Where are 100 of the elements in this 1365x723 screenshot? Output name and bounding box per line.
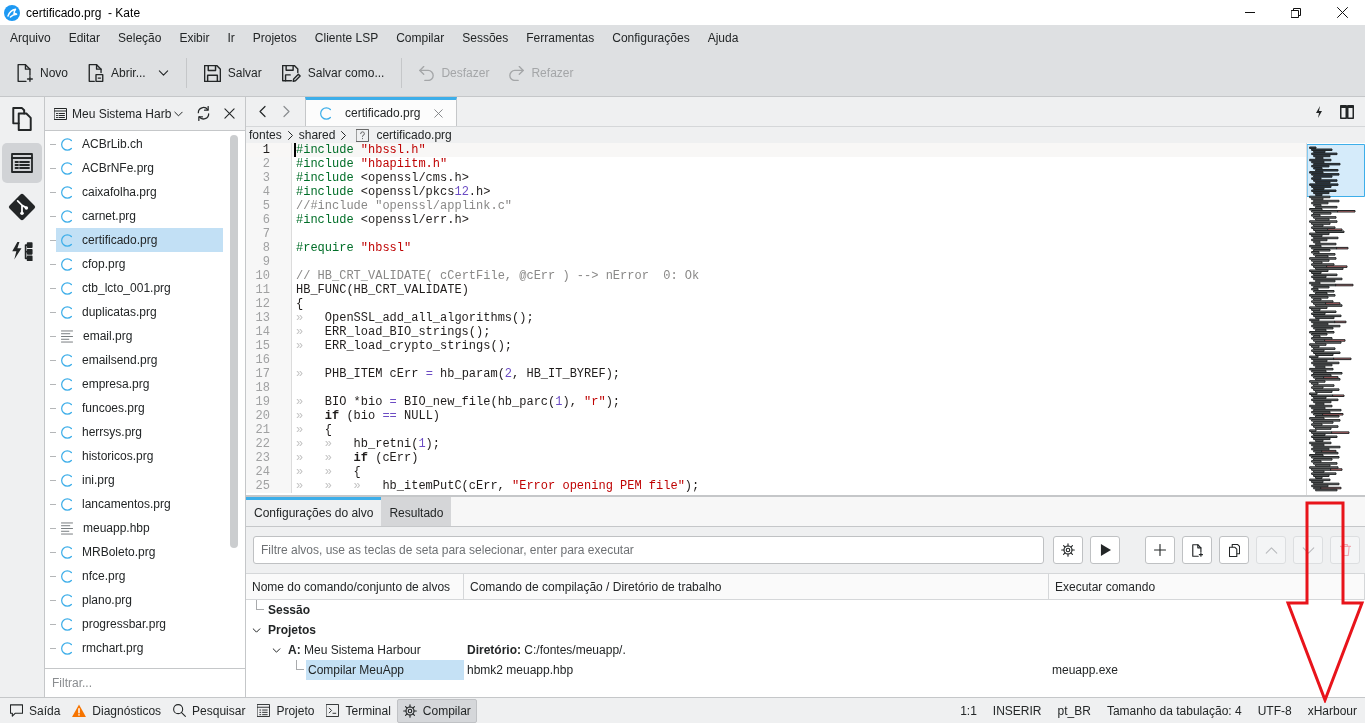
c-file-icon [61, 161, 72, 175]
menu-item[interactable]: Projetos [243, 25, 306, 50]
add-button[interactable] [1145, 536, 1175, 564]
list-window-icon [11, 153, 33, 173]
menu-item[interactable]: Configurações [603, 25, 699, 50]
breadcrumb-item[interactable]: fontes [249, 129, 282, 141]
column-header[interactable]: Nome do comando/conjunto de alvos [252, 577, 451, 596]
status-item[interactable]: Tamanho da tabulação: 4 [1098, 701, 1250, 720]
menu-item[interactable]: Sessões [453, 25, 518, 50]
new-file-icon [17, 64, 33, 82]
line-number: 2 [246, 157, 292, 171]
menu-item[interactable]: Cliente LSP [305, 25, 388, 50]
sidebar-tool-button[interactable] [2, 143, 42, 183]
chevron-right-icon [287, 130, 293, 140]
status-bar-button[interactable]: Diagnósticos [66, 698, 168, 723]
line-number: 14 [246, 325, 292, 339]
warning-icon [72, 704, 87, 717]
chevron-left-icon [258, 105, 266, 118]
status-item[interactable]: pt_BR [1049, 701, 1099, 720]
copy-button[interactable] [1219, 536, 1249, 564]
line-number: 18 [246, 381, 292, 395]
search-icon [173, 704, 187, 717]
file-item[interactable]: certificado.prg [56, 228, 223, 252]
status-bar-button[interactable]: Terminal [320, 698, 397, 723]
code-line: // HB_CRT_VALIDATE( cCertFile, @cErr ) --> nError 0: Ok [296, 269, 700, 283]
menu-item[interactable]: Exibir [170, 25, 219, 50]
code-line: #include "hbapiitm.h" [296, 157, 448, 171]
column-header[interactable]: Comando de compilação / Diretório de trabalho [470, 577, 722, 596]
code-line: //#include "openssl/applink.c" [296, 199, 513, 213]
restore-icon [1291, 7, 1301, 18]
toolbar-button[interactable]: Salvar como... [273, 57, 393, 89]
menu-item[interactable]: Ir [218, 25, 244, 50]
redo-icon [509, 65, 525, 81]
panel-tab[interactable]: Configurações do alvo [246, 497, 382, 526]
app-icon [4, 4, 20, 21]
code-line: #include "hbssl.h" [296, 143, 426, 157]
open-file-icon [88, 64, 104, 82]
filter-field[interactable]: Filtre alvos, use as teclas de seta para selecionar, enter para executar [253, 536, 1044, 564]
code-line: { [296, 297, 304, 311]
toolbar-button[interactable]: Abrir... [80, 57, 177, 89]
undo-icon [419, 65, 435, 81]
code-line: #require "hbssl" [296, 241, 412, 255]
line-number: 21 [246, 423, 292, 437]
c-file-icon [61, 233, 72, 247]
breadcrumb-item[interactable]: shared [298, 129, 336, 141]
c-file-icon [61, 473, 72, 487]
toolbar-button[interactable]: Novo [9, 57, 76, 89]
panel-tab[interactable]: Resultado [381, 497, 452, 526]
menu-item[interactable]: Ajuda [698, 25, 748, 50]
c-file-icon [61, 593, 72, 607]
save-icon [203, 64, 221, 82]
c-file-icon [61, 449, 72, 463]
c-file-icon [61, 257, 72, 271]
new-file-icon [1191, 543, 1203, 557]
save-as-icon [281, 64, 301, 82]
status-bar-button[interactable]: Pesquisar [167, 698, 252, 723]
list-icon [257, 704, 271, 717]
run-button[interactable] [1090, 536, 1120, 564]
status-item[interactable]: INSERIR [984, 701, 1050, 720]
code-line: #include <openssl/err.h> [296, 213, 469, 227]
menu-item[interactable]: Ferramentas [517, 25, 604, 50]
line-number: 8 [246, 241, 292, 255]
breadcrumb-item[interactable]: certificado.prg [376, 129, 452, 141]
list-icon [54, 107, 67, 120]
tree-item[interactable]: Compilar MeuApp [306, 660, 464, 680]
menu-item[interactable]: Editar [59, 25, 110, 50]
toolbar-button[interactable]: Salvar [195, 57, 270, 89]
menu-item[interactable]: Arquivo [1, 25, 60, 50]
chevron-right-icon [282, 105, 290, 118]
terminal-icon [326, 704, 340, 717]
c-file-icon [61, 281, 72, 295]
menu-item[interactable]: Seleção [109, 25, 171, 50]
code-line: » if (bio == NULL) [296, 409, 441, 423]
code-line: » PHB_ITEM cErr = hb_param(2, HB_IT_BYREF); [296, 367, 621, 381]
line-number: 17 [246, 367, 292, 381]
status-item[interactable]: 1:1 [952, 701, 985, 720]
code-line: » BIO *bio = BIO_new_file(hb_parc(1), "r"); [296, 395, 621, 409]
settings-button[interactable] [1053, 536, 1083, 564]
c-file-icon [61, 569, 72, 583]
column-header[interactable]: Executar comando [1055, 577, 1156, 596]
scrollbar[interactable] [230, 135, 238, 548]
status-item[interactable]: UTF-8 [1249, 701, 1300, 720]
minimap[interactable] [1307, 144, 1365, 493]
status-item[interactable]: xHarbour [1299, 701, 1365, 720]
table-cell-text: hbmk2 meuapp.hbp [467, 662, 574, 679]
menu-item[interactable]: Compilar [387, 25, 454, 50]
status-bar-button[interactable]: Saída [4, 698, 67, 723]
new-target-button[interactable] [1182, 536, 1212, 564]
line-number: 9 [246, 255, 292, 269]
line-number: 25 [246, 479, 292, 493]
line-number: 15 [246, 339, 292, 353]
status-bar-button[interactable]: Compilar [396, 698, 477, 723]
editor-tab[interactable]: certificado.prg [305, 97, 458, 126]
close-icon [223, 108, 235, 119]
line-number: 23 [246, 451, 292, 465]
status-bar-button[interactable]: Projeto [251, 698, 321, 723]
c-file-icon [61, 305, 72, 319]
code-line: #include <openssl/pkcs12.h> [296, 185, 491, 199]
line-number: 12 [246, 297, 292, 311]
c-file-icon [61, 497, 72, 511]
